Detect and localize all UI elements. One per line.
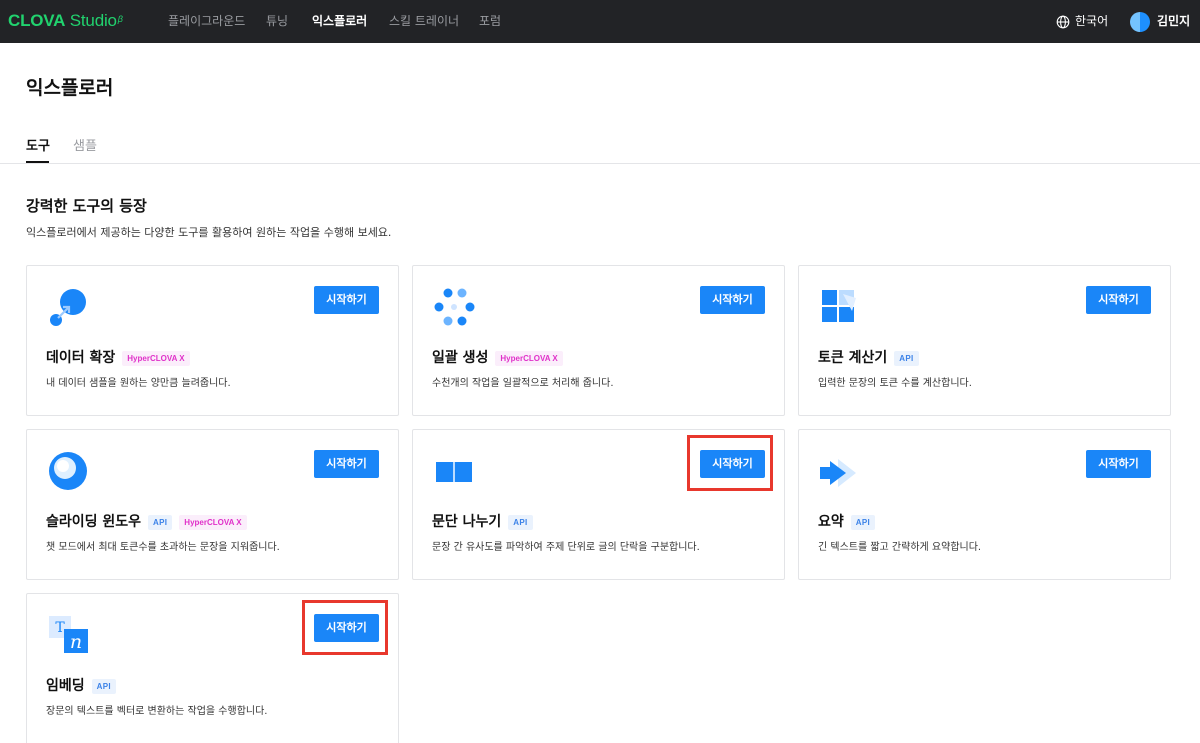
hyperclova-x-badge: HyperCLOVA X xyxy=(122,350,190,366)
highlight-box-embedding xyxy=(302,600,388,655)
card-title-row: 슬라이딩 윈도우 API HyperCLOVA X xyxy=(46,512,247,532)
batch-generate-icon xyxy=(434,288,475,326)
top-nav-bar: CLOVA Studioβ 플레이그라운드 튜닝 익스플로러 스킬 트레이너 포… xyxy=(0,0,1200,43)
card-title: 문단 나누기 xyxy=(432,514,502,530)
user-menu[interactable]: 김민지 xyxy=(1130,11,1190,32)
summary-icon xyxy=(820,459,856,487)
card-description: 수천개의 작업을 일괄적으로 처리해 줍니다. xyxy=(432,378,614,389)
card-title-row: 일괄 생성 HyperCLOVA X xyxy=(432,348,563,368)
brand-logo[interactable]: CLOVA Studioβ xyxy=(8,11,123,31)
brand-beta-mark: β xyxy=(117,14,123,24)
card-description: 내 데이터 샘플을 원하는 양만큼 늘려줍니다. xyxy=(46,378,231,389)
tool-card-summary: 시작하기 요약 API 긴 텍스트를 짧고 간략하게 요약합니다. xyxy=(798,429,1171,580)
tabs-divider xyxy=(0,163,1200,164)
language-selector[interactable]: 한국어 xyxy=(1056,13,1108,30)
card-title: 데이터 확장 xyxy=(46,350,116,366)
start-button-sliding-window[interactable]: 시작하기 xyxy=(314,450,379,478)
brand-name-bold: CLOVA xyxy=(8,11,66,30)
tab-tools[interactable]: 도구 xyxy=(26,138,50,155)
nav-item-playground[interactable]: 플레이그라운드 xyxy=(168,14,245,29)
card-description: 장문의 텍스트를 벡터로 변환하는 작업을 수행합니다. xyxy=(46,706,268,717)
card-title-row: 임베딩 API xyxy=(46,676,116,696)
paragraph-split-icon xyxy=(436,462,472,482)
nav-item-tuning[interactable]: 튜닝 xyxy=(266,14,288,29)
nav-item-explorer[interactable]: 익스플로러 xyxy=(312,14,367,29)
api-badge: API xyxy=(850,514,876,530)
api-badge: API xyxy=(894,350,919,366)
start-button-summary[interactable]: 시작하기 xyxy=(1086,450,1151,478)
card-title-row: 요약 API xyxy=(818,512,876,532)
start-button-data-expand[interactable]: 시작하기 xyxy=(314,286,379,314)
tool-card-batch-generate: 시작하기 일괄 생성 HyperCLOVA X 수천개의 작업을 일괄적으로 처… xyxy=(412,265,785,416)
globe-icon xyxy=(1056,15,1070,28)
card-title: 요약 xyxy=(818,514,844,530)
card-title: 슬라이딩 윈도우 xyxy=(46,514,142,530)
start-button-token-calculator[interactable]: 시작하기 xyxy=(1086,286,1151,314)
hyperclova-x-badge: HyperCLOVA X xyxy=(495,350,563,366)
api-badge: API xyxy=(91,678,116,694)
tool-card-token-calculator: 시작하기 토큰 계산기 API 입력한 문장의 토큰 수를 계산합니다. xyxy=(798,265,1171,416)
token-calculator-icon xyxy=(822,290,856,322)
nav-item-skill-trainer[interactable]: 스킬 트레이너 xyxy=(389,14,459,29)
page-title: 익스플로러 xyxy=(26,77,114,99)
api-badge: API xyxy=(148,514,173,530)
start-button-batch-generate[interactable]: 시작하기 xyxy=(700,286,765,314)
tool-card-data-expand: 시작하기 데이터 확장 HyperCLOVA X 내 데이터 샘플을 원하는 양… xyxy=(26,265,399,416)
embedding-icon: T n xyxy=(49,616,88,653)
highlight-box-paragraph-split xyxy=(687,435,773,491)
language-label: 한국어 xyxy=(1075,14,1109,28)
nav-item-forum[interactable]: 포럼 xyxy=(479,14,501,29)
card-description: 입력한 문장의 토큰 수를 계산합니다. xyxy=(818,378,972,389)
card-description: 챗 모드에서 최대 토큰수를 초과하는 문장을 지워줍니다. xyxy=(46,542,280,553)
card-title-row: 데이터 확장 HyperCLOVA X xyxy=(46,348,190,368)
card-title-row: 문단 나누기 API xyxy=(432,512,533,532)
card-description: 문장 간 유사도를 파악하여 주제 단위로 글의 단락을 구분합니다. xyxy=(432,542,700,553)
card-title: 일괄 생성 xyxy=(432,350,489,366)
avatar xyxy=(1130,11,1150,32)
svg-text:n: n xyxy=(70,631,82,653)
svg-text:T: T xyxy=(55,620,65,636)
api-badge: API xyxy=(508,514,533,530)
card-title: 토큰 계산기 xyxy=(818,350,888,366)
section-description: 익스플로러에서 제공하는 다양한 도구를 활용하여 원하는 작업을 수행해 보세… xyxy=(26,226,392,239)
sliding-window-icon xyxy=(49,452,87,490)
hyperclova-x-badge: HyperCLOVA X xyxy=(179,514,247,530)
brand-name-light: Studio xyxy=(65,11,117,30)
tool-card-sliding-window: 시작하기 슬라이딩 윈도우 API HyperCLOVA X 챗 모드에서 최대… xyxy=(26,429,399,580)
card-description: 긴 텍스트를 짧고 간략하게 요약합니다. xyxy=(818,542,982,553)
user-name: 김민지 xyxy=(1157,14,1191,28)
data-expand-icon xyxy=(50,289,86,326)
card-title-row: 토큰 계산기 API xyxy=(818,348,919,368)
card-title: 임베딩 xyxy=(46,678,85,694)
tab-samples[interactable]: 샘플 xyxy=(73,138,97,155)
section-title: 강력한 도구의 등장 xyxy=(26,197,147,215)
